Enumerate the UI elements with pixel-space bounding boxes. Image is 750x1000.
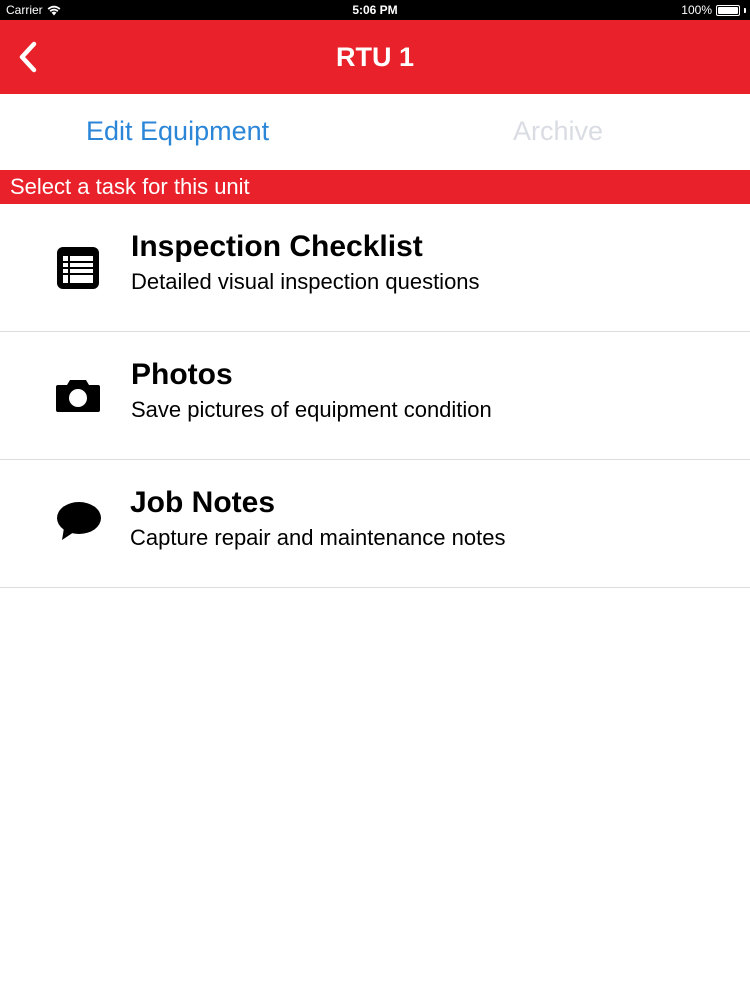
task-row-photos[interactable]: Photos Save pictures of equipment condit…: [0, 332, 750, 460]
task-subtitle: Capture repair and maintenance notes: [130, 525, 506, 550]
battery-indicator: 100%: [681, 3, 746, 17]
battery-fill: [718, 6, 738, 14]
checklist-icon: [57, 247, 99, 289]
segment-tabs: Edit Equipment Archive: [0, 94, 750, 170]
navigation-bar: RTU 1: [0, 20, 750, 94]
speech-bubble-icon: [57, 502, 101, 540]
task-list: Inspection Checklist Detailed visual ins…: [0, 204, 750, 588]
task-title: Photos: [131, 358, 233, 391]
battery-icon: [716, 4, 740, 16]
battery-tip: [744, 7, 746, 13]
task-subtitle: Save pictures of equipment condition: [131, 397, 492, 422]
task-title: Inspection Checklist: [131, 230, 423, 263]
task-row-job-notes[interactable]: Job Notes Capture repair and maintenance…: [0, 460, 750, 588]
status-time: 5:06 PM: [352, 3, 398, 17]
camera-icon: [56, 380, 100, 412]
tab-archive[interactable]: Archive: [513, 116, 603, 147]
page-title: RTU 1: [335, 42, 414, 72]
task-row-inspection-checklist[interactable]: Inspection Checklist Detailed visual ins…: [0, 204, 750, 332]
task-subtitle: Detailed visual inspection questions: [131, 269, 480, 294]
status-bar: Carrier 5:06 PM 100%: [0, 0, 750, 20]
task-text: Job Notes Capture repair and maintenance…: [130, 486, 505, 554]
battery-percent: 100%: [681, 3, 712, 17]
task-text: Photos Save pictures of equipment condit…: [131, 358, 492, 426]
section-banner: Select a task for this unit: [0, 170, 750, 204]
task-text: Inspection Checklist Detailed visual ins…: [131, 230, 480, 298]
tab-edit-equipment[interactable]: Edit Equipment: [86, 116, 269, 147]
task-title: Job Notes: [130, 486, 276, 519]
